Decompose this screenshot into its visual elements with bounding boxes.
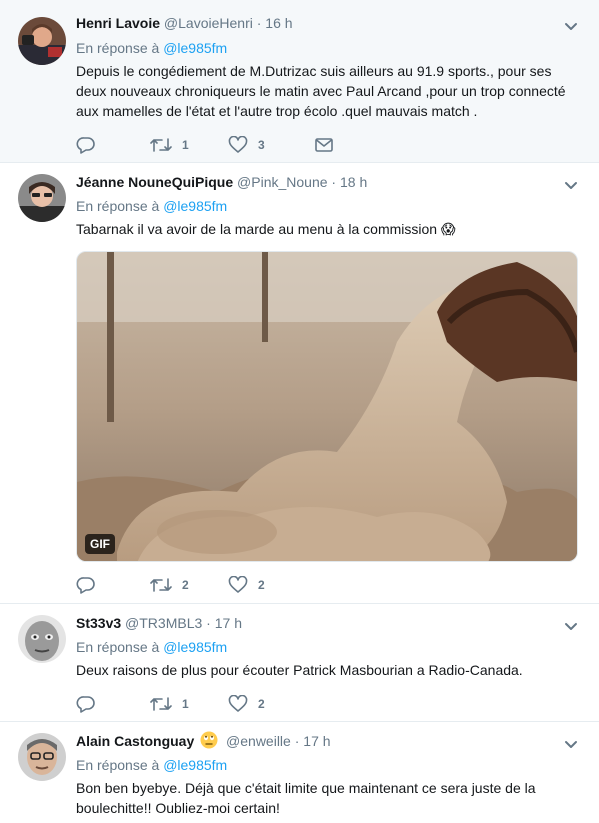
reply-prefix: En réponse à — [76, 40, 160, 56]
user-handle[interactable]: @TR3MBL3 — [125, 615, 202, 631]
retweet-icon — [150, 696, 172, 712]
tweet-actions: 2 2 — [76, 574, 314, 596]
like-count: 3 — [258, 138, 265, 152]
chevron-down-icon[interactable] — [563, 177, 579, 193]
retweet-count: 1 — [182, 697, 189, 711]
face-with-rolling-eyes-icon — [200, 731, 218, 754]
retweet-count: 1 — [182, 138, 189, 152]
tweet-header: Henri Lavoie @LavoieHenri · 16 h — [76, 13, 575, 33]
display-name[interactable]: Jéanne NouneQuiPique — [76, 174, 233, 190]
retweet-button[interactable]: 2 — [150, 577, 228, 593]
screaming-face-emoji: 😱 — [440, 221, 456, 237]
tweet-text: Depuis le congédiement de M.Dutrizac sui… — [76, 63, 566, 119]
tweet-actions: 1 3 — [76, 134, 334, 156]
like-count: 2 — [258, 578, 265, 592]
reply-context: En réponse à @le985fm — [76, 755, 575, 775]
separator-dot: · — [206, 615, 211, 631]
tweet-header: Jéanne NouneQuiPique @Pink_Noune · 18 h — [76, 172, 575, 192]
mention-link[interactable]: @le985fm — [163, 639, 227, 655]
like-icon — [228, 136, 248, 154]
tweet-text-content: Tabarnak il va avoir de la marde au menu… — [76, 221, 438, 237]
reply-icon — [76, 136, 96, 154]
like-count: 2 — [258, 697, 265, 711]
separator-dot: · — [294, 733, 300, 749]
tweet-header: Alain Castonguay @enweille · 17 h — [76, 731, 575, 751]
dm-icon — [314, 137, 334, 153]
tweet[interactable]: Alain Castonguay @enweille · 17 h En rép… — [0, 722, 599, 823]
retweet-button[interactable]: 1 — [150, 696, 228, 712]
tweet[interactable]: St33v3 @TR3MBL3 · 17 h En réponse à @le9… — [0, 604, 599, 722]
tweet-text: Deux raisons de plus pour écouter Patric… — [76, 662, 523, 678]
display-name[interactable]: Henri Lavoie — [76, 15, 160, 31]
like-button[interactable]: 2 — [228, 695, 314, 713]
chevron-down-icon[interactable] — [563, 618, 579, 634]
reply-prefix: En réponse à — [76, 198, 160, 214]
like-button[interactable]: 2 — [228, 576, 314, 594]
avatar[interactable] — [18, 733, 66, 781]
retweet-count: 2 — [182, 578, 189, 592]
timestamp[interactable]: 17 h — [215, 615, 242, 631]
timestamp[interactable]: 18 h — [340, 174, 367, 190]
timestamp[interactable]: 17 h — [303, 733, 330, 749]
reply-prefix: En réponse à — [76, 639, 160, 655]
tweet-text: Tabarnak il va avoir de la marde au menu… — [76, 219, 575, 239]
dm-button[interactable] — [314, 137, 334, 153]
separator-dot: · — [256, 15, 262, 31]
reply-context: En réponse à @le985fm — [76, 38, 575, 58]
retweet-icon — [150, 577, 172, 593]
gif-media[interactable]: GIF — [76, 251, 578, 562]
retweet-button[interactable]: 1 — [150, 137, 228, 153]
user-handle[interactable]: @enweille — [226, 733, 291, 749]
reply-button[interactable] — [76, 695, 150, 713]
mention-link[interactable]: @le985fm — [163, 198, 227, 214]
avatar[interactable] — [18, 17, 66, 65]
tweet[interactable]: Henri Lavoie @LavoieHenri · 16 h En répo… — [0, 0, 599, 163]
tweet-actions: 1 2 — [76, 693, 314, 715]
chevron-down-icon[interactable] — [563, 18, 579, 34]
avatar[interactable] — [18, 615, 66, 663]
mention-link[interactable]: @le985fm — [163, 757, 227, 773]
tweet[interactable]: Jéanne NouneQuiPique @Pink_Noune · 18 h … — [0, 163, 599, 604]
retweet-icon — [150, 137, 172, 153]
reply-icon — [76, 695, 96, 713]
avatar[interactable] — [18, 174, 66, 222]
like-button[interactable]: 3 — [228, 136, 314, 154]
reply-icon — [76, 576, 96, 594]
tweet-header: St33v3 @TR3MBL3 · 17 h — [76, 613, 575, 633]
gif-badge: GIF — [85, 534, 115, 554]
display-name[interactable]: Alain Castonguay — [76, 733, 194, 749]
reply-prefix: En réponse à — [76, 757, 160, 773]
user-handle[interactable]: @LavoieHenri — [164, 15, 253, 31]
reply-button[interactable] — [76, 576, 150, 594]
separator-dot: · — [331, 174, 337, 190]
user-handle[interactable]: @Pink_Noune — [237, 174, 328, 190]
tweet-text: Bon ben byebye. Déjà que c'était limite … — [76, 780, 536, 816]
reply-context: En réponse à @le985fm — [76, 637, 575, 657]
timestamp[interactable]: 16 h — [265, 15, 292, 31]
reply-button[interactable] — [76, 136, 150, 154]
mention-link[interactable]: @le985fm — [163, 40, 227, 56]
reply-context: En réponse à @le985fm — [76, 196, 575, 216]
like-icon — [228, 576, 248, 594]
like-icon — [228, 695, 248, 713]
chevron-down-icon[interactable] — [563, 736, 579, 752]
display-name[interactable]: St33v3 — [76, 615, 121, 631]
